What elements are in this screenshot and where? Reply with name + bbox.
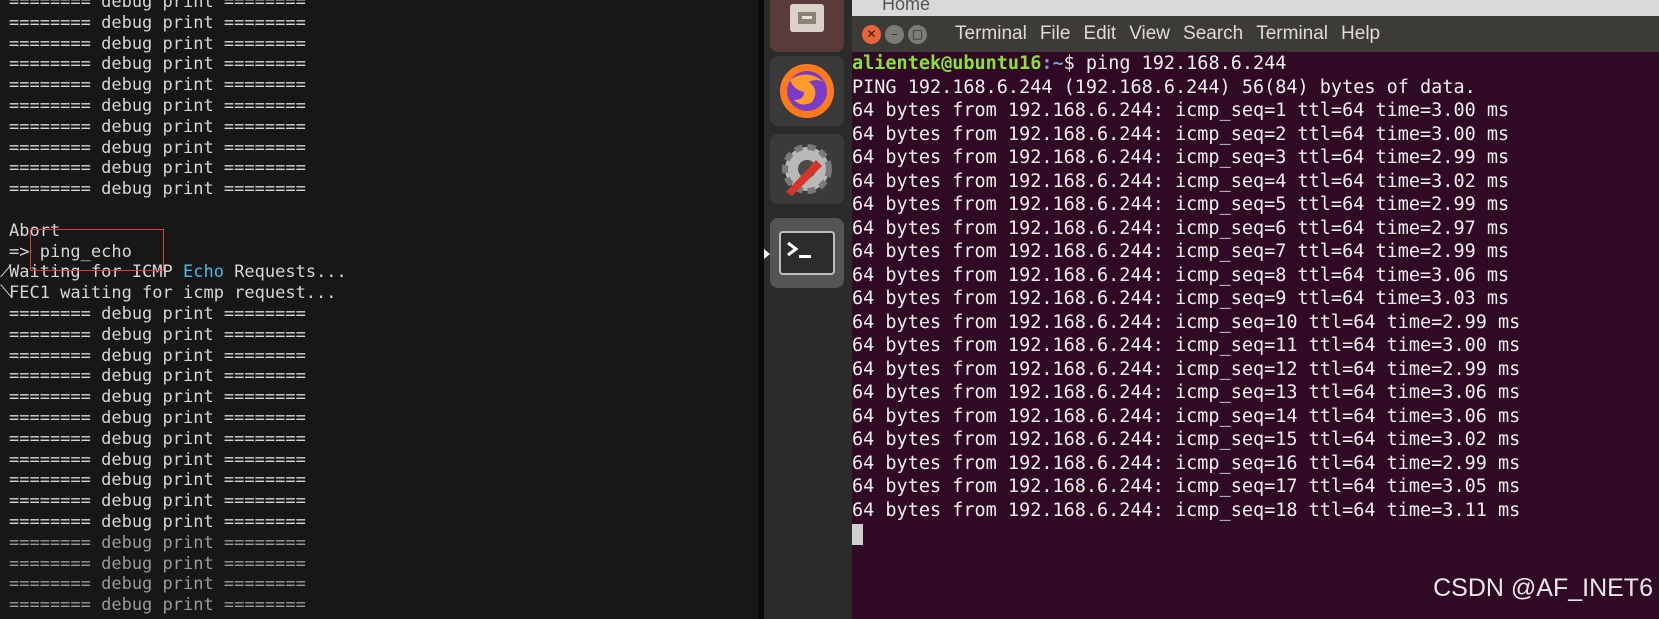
prompt-symbol: $	[1063, 53, 1086, 74]
menu-file[interactable]: File	[1040, 23, 1071, 45]
ping-reply-line: 64 bytes from 192.168.6.244: icmp_seq=4 …	[852, 170, 1510, 192]
console-waiting-highlight: Echo	[183, 262, 224, 283]
active-indicator-icon	[764, 249, 770, 259]
console-line: ======== debug print ========	[9, 595, 306, 616]
console-line: ======== debug print ========	[9, 532, 306, 553]
terminal-cursor	[852, 523, 863, 545]
menu-bar: Terminal File Edit View Search Terminal …	[955, 23, 1393, 45]
console-line: ======== debug print ========	[9, 33, 306, 54]
ping-reply-line: 64 bytes from 192.168.6.244: icmp_seq=7 …	[852, 241, 1510, 262]
launcher-bar	[764, 0, 852, 619]
console-line: ======== debug print ========	[9, 179, 306, 200]
ping-reply-line: 64 bytes from 192.168.6.244: icmp_seq=12…	[852, 358, 1521, 380]
console-line: ======== debug print ========	[9, 12, 306, 33]
console-line: FEC1 waiting for icmp request...	[9, 283, 337, 304]
cursor-glyph: ⟍	[0, 282, 12, 302]
watermark: CSDN @AF_INET6	[1433, 574, 1653, 602]
console-line: ======== debug print ========	[9, 407, 306, 428]
terminal-output: alientek@ubuntu16:~$ ping 192.168.6.244 …	[852, 52, 1520, 546]
console-line: ======== debug print ========	[9, 553, 306, 574]
ping-reply-line: 64 bytes from 192.168.6.244: icmp_seq=14…	[852, 405, 1521, 427]
prompt-path: :~	[1041, 53, 1064, 74]
home-window-titlebar[interactable]: Home	[852, 0, 1659, 16]
ping-header: PING 192.168.6.244 (192.168.6.244) 56(84…	[852, 76, 1476, 98]
prompt-user: alientek@ubuntu16	[852, 53, 1042, 74]
ping-reply-line: 64 bytes from 192.168.6.244: icmp_seq=13…	[852, 382, 1521, 403]
terminal-command: ping 192.168.6.244	[1085, 53, 1287, 74]
console-line: ======== debug print ========	[9, 449, 306, 470]
console-line: ======== debug print ========	[9, 574, 306, 595]
firefox-icon[interactable]	[770, 56, 844, 126]
ping-reply-line: 64 bytes from 192.168.6.244: icmp_seq=16…	[852, 452, 1521, 474]
console-line: ======== debug print ========	[9, 345, 306, 366]
console-waiting-suffix: Requests...	[223, 262, 347, 283]
terminal-body[interactable]: alientek@ubuntu16:~$ ping 192.168.6.244 …	[852, 52, 1659, 619]
cursor-glyph: ⟋	[0, 262, 12, 282]
ping-reply-line: 64 bytes from 192.168.6.244: icmp_seq=3 …	[852, 147, 1510, 168]
maximize-button[interactable]: □	[908, 24, 927, 44]
terminal-icon[interactable]	[770, 218, 844, 288]
terminal-window[interactable]: ✕ – □ Terminal File Edit View Search Ter…	[852, 16, 1659, 619]
terminal-titlebar[interactable]: ✕ – □ Terminal File Edit View Search Ter…	[852, 16, 1659, 52]
console-line: ======== debug print ========	[9, 324, 306, 345]
ping-reply-line: 64 bytes from 192.168.6.244: icmp_seq=15…	[852, 429, 1521, 450]
serial-console-pane[interactable]: ======== debug print ======== ======== de…	[0, 0, 758, 619]
ping-reply-line: 64 bytes from 192.168.6.244: icmp_seq=2 …	[852, 123, 1510, 145]
ping-reply-line: 64 bytes from 192.168.6.244: icmp_seq=17…	[852, 476, 1521, 497]
console-line: ======== debug print ========	[9, 75, 306, 96]
menu-help[interactable]: Help	[1341, 23, 1380, 45]
files-icon[interactable]	[770, 0, 844, 52]
ping-reply-line: 64 bytes from 192.168.6.244: icmp_seq=1 …	[852, 100, 1510, 121]
serial-console-output: ======== debug print ======== ======== de…	[9, 0, 347, 616]
console-line: ======== debug print ========	[9, 366, 306, 387]
prompt-line: alientek@ubuntu16:~$ ping 192.168.6.244	[852, 52, 1520, 76]
cursor-line	[852, 522, 1520, 546]
console-line: ======== debug print ========	[9, 137, 306, 158]
console-line: ======== debug print ========	[9, 428, 306, 449]
ping-reply-line: 64 bytes from 192.168.6.244: icmp_seq=18…	[852, 499, 1521, 521]
menu-search[interactable]: Search	[1183, 23, 1243, 45]
ping-reply-line: 64 bytes from 192.168.6.244: icmp_seq=9 …	[852, 288, 1510, 309]
console-line: ======== debug print ========	[9, 303, 306, 324]
console-line: ======== debug print ========	[9, 54, 306, 75]
menu-terminal[interactable]: Terminal	[1256, 23, 1328, 45]
console-line: ======== debug print ========	[9, 158, 306, 179]
home-window-title: Home	[882, 0, 931, 14]
console-line: ======== debug print ========	[9, 511, 306, 532]
ping-reply-line: 64 bytes from 192.168.6.244: icmp_seq=6 …	[852, 217, 1510, 239]
ping-reply-line: 64 bytes from 192.168.6.244: icmp_seq=8 …	[852, 264, 1510, 286]
minimize-button[interactable]: –	[885, 24, 904, 44]
menu-edit[interactable]: Edit	[1083, 23, 1116, 45]
command-highlight-box	[30, 229, 164, 271]
ping-reply-line: 64 bytes from 192.168.6.244: icmp_seq=11…	[852, 335, 1521, 356]
console-line: ======== debug print ========	[9, 470, 306, 491]
menu-view[interactable]: View	[1129, 23, 1170, 45]
ping-reply-line: 64 bytes from 192.168.6.244: icmp_seq=5 …	[852, 194, 1510, 215]
console-line: ======== debug print ========	[9, 387, 306, 408]
window-title-terminal: Terminal	[955, 23, 1027, 44]
console-line: ======== debug print ========	[9, 95, 306, 116]
console-line: ======== debug print ========	[9, 0, 306, 12]
console-line: ======== debug print ========	[9, 491, 306, 512]
system-settings-icon[interactable]	[770, 134, 844, 204]
close-button[interactable]: ✕	[862, 24, 881, 44]
ping-reply-line: 64 bytes from 192.168.6.244: icmp_seq=10…	[852, 311, 1521, 333]
console-line: ======== debug print ========	[9, 116, 306, 137]
